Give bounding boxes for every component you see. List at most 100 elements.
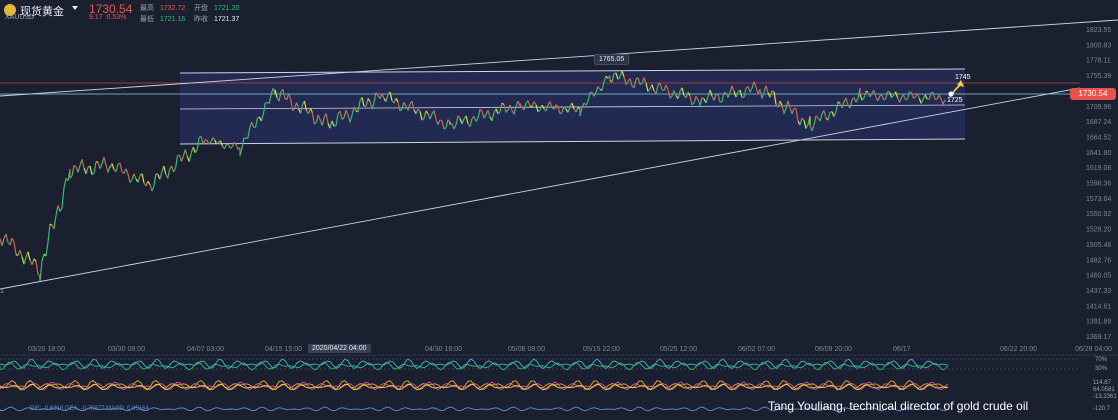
x-tick-label: 06/02 07:00 [738, 346, 775, 353]
x-tick-label: 06/17 [893, 346, 911, 353]
price-candle [149, 184, 153, 192]
x-tick-label: 04/07 03:00 [187, 346, 224, 353]
y-tick-label: 1437.33 [1086, 288, 1111, 295]
price-candle [229, 146, 233, 149]
price-candle [91, 172, 95, 176]
price-candle [47, 224, 51, 243]
price-candle [71, 165, 75, 177]
price-candle [5, 233, 9, 243]
x-tick-label: 05/25 12:00 [660, 346, 697, 353]
price-candle [188, 152, 192, 162]
price-candle [151, 185, 155, 192]
price-candle [63, 178, 67, 188]
price-candle [129, 179, 133, 184]
price-candle [57, 205, 61, 212]
rsi-line [0, 358, 949, 370]
price-candle [167, 169, 171, 179]
y-tick-label: 1414.61 [1086, 303, 1111, 310]
price-candle [93, 161, 97, 174]
price-candle [111, 163, 115, 170]
x-tick-label: 06/22 20:00 [1000, 346, 1037, 353]
price-candle [119, 163, 123, 173]
price-candle [1, 238, 5, 246]
x-tick-label: 05/08 09:00 [508, 346, 545, 353]
last-price-tag: 1730.54 [1070, 88, 1116, 100]
rsi-line-2 [0, 361, 949, 371]
price-chart[interactable]: 1823.551800.831778.111755.391732.671709.… [0, 0, 1118, 420]
price-candle [61, 187, 65, 208]
x-tick-label: 03/20 18:00 [28, 346, 65, 353]
price-candle [194, 149, 198, 153]
quote-header: 现货黄金 1730.54 XAUUSD 9.17 0.53% 最高 1732.72… [0, 0, 300, 24]
crosshair-date-badge: 2020/04/22 04:00 [308, 344, 371, 353]
target-up-label: 1745 [955, 74, 971, 81]
price-candle [39, 261, 43, 281]
x-tick-label: 03/30 08:00 [108, 346, 145, 353]
price-candle [41, 253, 45, 262]
osc-val-1: 114.87 [1093, 380, 1111, 386]
price-candle [141, 173, 145, 184]
price-candle [227, 144, 231, 149]
price-candle [173, 167, 177, 173]
y-tick-label: 1482.76 [1086, 257, 1111, 264]
price-candle [105, 165, 109, 173]
price-candle [180, 155, 184, 162]
prev-close-stat: 昨收 1721.37 [194, 16, 240, 23]
price-candle [35, 261, 39, 275]
price-candle [59, 207, 63, 212]
price-candle [77, 165, 81, 173]
trading-app: 1823.551800.831778.111755.391732.671709.… [0, 0, 1118, 420]
price-candle [37, 273, 41, 277]
price-candle [184, 149, 188, 157]
y-tick-label: 1505.48 [1086, 242, 1111, 249]
symbol-code: XAUUSD [5, 14, 35, 21]
price-change: 9.17 0.53% [89, 14, 127, 21]
price-candle [223, 144, 227, 150]
price-candle [23, 257, 27, 265]
price-candle [235, 144, 239, 150]
x-tick-label: 04/15 15:00 [265, 346, 302, 353]
price-candle [137, 175, 141, 183]
price-candle [439, 119, 443, 122]
chevron-down-icon[interactable] [72, 6, 78, 10]
y-tick-label: 1550.92 [1086, 211, 1111, 218]
x-tick-label: 06/28 04:00 [1075, 346, 1112, 353]
high-stat: 最高 1732.72 [140, 5, 186, 12]
price-candle [89, 165, 93, 175]
y-tick-label: 1460.05 [1086, 273, 1111, 280]
left-price-label: 1 [0, 288, 4, 295]
price-candle [53, 215, 57, 230]
price-candle [115, 163, 119, 173]
osc-val-2: 64.0581 [1093, 387, 1115, 393]
price-candle [192, 147, 196, 153]
x-tick-label: 05/15 22:00 [583, 346, 620, 353]
price-candle [174, 155, 179, 169]
price-candle [171, 165, 175, 173]
price-candle [133, 173, 137, 180]
osc-val-4: -120.7 [1093, 406, 1111, 412]
caption-text: Tang Youliang, technical director of gol… [768, 399, 1029, 413]
price-candle [97, 161, 101, 169]
y-tick-label: 1528.20 [1086, 227, 1111, 234]
price-candle [99, 163, 103, 169]
last-price-dot [948, 91, 954, 97]
y-tick-label: 1369.17 [1086, 334, 1111, 341]
x-tick-label: 06/09 20:00 [815, 346, 852, 353]
y-tick-label: 1778.11 [1086, 58, 1111, 65]
price-candle [55, 205, 59, 216]
price-candle [887, 90, 890, 93]
price-candle [103, 157, 107, 166]
price-candle [33, 258, 37, 262]
price-candle [125, 168, 129, 175]
osc-val-3: -13.2361 [1093, 394, 1117, 400]
price-candle [905, 98, 908, 101]
y-tick-label: 1391.89 [1086, 319, 1111, 326]
price-candle [9, 237, 13, 246]
y-tick-label: 1641.80 [1086, 150, 1111, 157]
price-candle [178, 154, 183, 162]
price-candle [31, 258, 35, 265]
price-candle [19, 250, 23, 257]
target-down-label: 1725 [947, 97, 963, 104]
price-candle [13, 241, 17, 255]
macd-readout: DIF: -0.6318 DEA: -0.70977 MACD: 0.05164 [30, 406, 149, 412]
